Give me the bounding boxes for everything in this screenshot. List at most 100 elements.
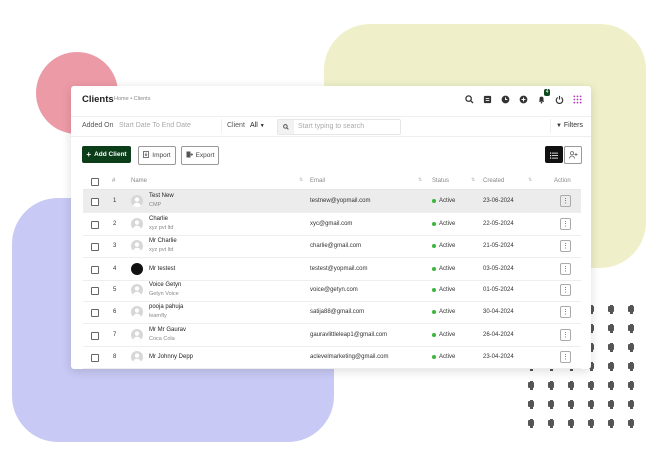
row-actions-button[interactable]: ⋮ [560, 306, 571, 318]
status-dot-icon [432, 199, 436, 203]
table-row[interactable]: 1 Test New CMP testnew@yopmail.com Active 23-… [83, 190, 581, 213]
client-select[interactable]: All ▼ [250, 122, 265, 129]
decorative-dot [548, 380, 554, 390]
select-all-checkbox[interactable] [91, 178, 99, 186]
status-badge: Active [439, 309, 456, 315]
row-number: 2 [113, 221, 117, 227]
export-icon [186, 151, 193, 160]
created-date: 22-05-2024 [483, 221, 514, 227]
row-number: 3 [113, 243, 117, 249]
notes-icon[interactable] [482, 94, 493, 105]
filters-label: Filters [563, 122, 583, 129]
row-actions-button[interactable]: ⋮ [560, 351, 571, 363]
row-checkbox[interactable] [91, 266, 99, 274]
decorative-dot [628, 380, 634, 390]
client-name[interactable]: Voice Getyn [149, 282, 181, 288]
filter-bar: Added On Start Date To End Date Client A… [71, 116, 591, 137]
add-client-button[interactable]: + Add Client [82, 146, 131, 163]
client-name[interactable]: Mr Charlie [149, 238, 177, 244]
col-name[interactable]: Name [131, 178, 147, 184]
row-checkbox[interactable] [91, 221, 99, 229]
row-checkbox[interactable] [91, 309, 99, 317]
client-name[interactable]: Charlie [149, 216, 168, 222]
client-company: xyz pvt ltd [149, 247, 174, 253]
client-name[interactable]: Mr Johnny Depp [149, 354, 193, 360]
apps-grid-icon[interactable] [572, 94, 583, 105]
client-name[interactable]: Mr Mr Gaurav [149, 327, 186, 333]
client-email: testnew@yopmail.com [310, 198, 371, 204]
sort-icon[interactable]: ⇅ [528, 177, 532, 183]
sort-icon[interactable]: ⇅ [471, 177, 475, 183]
table-row[interactable]: 8 Mr Johnny Depp aclevelmarketing@gmail.co… [83, 346, 581, 369]
table-row[interactable]: 5 Voice Getyn Getyn Voice voice@getyn.com Ac… [83, 279, 581, 302]
add-circle-icon[interactable] [518, 94, 529, 105]
decorative-dot [588, 399, 594, 409]
power-icon[interactable] [554, 94, 565, 105]
col-num: # [112, 178, 116, 184]
export-button[interactable]: Export [181, 146, 219, 165]
decorative-dot [628, 323, 634, 333]
notification-bell-icon[interactable]: 4 [536, 89, 550, 105]
row-actions-button[interactable]: ⋮ [560, 263, 571, 275]
added-on-label: Added On [82, 122, 114, 129]
row-number: 7 [113, 332, 117, 338]
client-name[interactable]: Mr testest [149, 266, 175, 272]
decorative-dot [628, 418, 634, 428]
list-view-toggle[interactable] [545, 146, 563, 163]
kebab-menu-icon: ⋮ [562, 308, 569, 316]
divider [221, 119, 222, 133]
add-user-view-toggle[interactable] [564, 146, 582, 164]
table-row[interactable]: 2 Charlie xyz pvt ltd xyc@gmail.com Active 22… [83, 213, 581, 236]
avatar [131, 195, 143, 207]
kebab-menu-icon: ⋮ [562, 197, 569, 205]
row-actions-button[interactable]: ⋮ [560, 218, 571, 230]
sort-icon[interactable]: ⇅ [299, 177, 303, 183]
search-input[interactable]: Start typing to search [298, 123, 364, 130]
status-badge: Active [439, 198, 456, 204]
avatar [131, 240, 143, 252]
col-email[interactable]: Email [310, 178, 325, 184]
status-dot-icon [432, 310, 436, 314]
row-checkbox[interactable] [91, 287, 99, 295]
avatar [131, 263, 143, 275]
row-actions-button[interactable]: ⋮ [560, 284, 571, 296]
created-date: 03-05-2024 [483, 266, 514, 272]
avatar [131, 306, 143, 318]
table-row[interactable]: 7 Mr Mr Gaurav Coca Cola gauravlittleleap1@… [83, 324, 581, 347]
avatar [131, 218, 143, 230]
avatar [131, 329, 143, 341]
date-range-input[interactable]: Start Date To End Date [119, 122, 191, 129]
client-email: testest@yopmail.com [310, 266, 368, 272]
notification-badge: 4 [544, 89, 550, 96]
decorative-dot [548, 399, 554, 409]
caret-down-icon: ▼ [259, 123, 265, 129]
sort-icon[interactable]: ⇅ [418, 177, 422, 183]
search-box[interactable]: Start typing to search [277, 119, 401, 135]
row-checkbox[interactable] [91, 198, 99, 206]
row-checkbox[interactable] [91, 243, 99, 251]
table-row[interactable]: 3 Mr Charlie xyz pvt ltd charlie@gmail.com A… [83, 235, 581, 258]
col-action: Action [554, 178, 571, 184]
header-icons: 4 [464, 89, 583, 105]
row-actions-button[interactable]: ⋮ [560, 195, 571, 207]
client-company: Getyn Voice [149, 291, 179, 297]
created-date: 30-04-2024 [483, 309, 514, 315]
kebab-menu-icon: ⋮ [562, 353, 569, 361]
search-icon[interactable] [464, 94, 475, 105]
client-name[interactable]: Test New [149, 193, 174, 199]
import-button[interactable]: Import [138, 146, 176, 165]
table-row[interactable]: 4 Mr testest testest@yopmail.com Active 03-0… [83, 258, 581, 281]
col-status[interactable]: Status [432, 178, 449, 184]
clock-icon[interactable] [500, 94, 511, 105]
row-checkbox[interactable] [91, 332, 99, 340]
filters-button[interactable]: ▼ Filters [556, 122, 583, 129]
clients-panel: Clients Home • Clients 4 Added On Start … [71, 86, 591, 369]
client-email: xyc@gmail.com [310, 221, 353, 227]
table-row[interactable]: 6 pooja pahuja learnfly satija88@gmail.com A… [83, 301, 581, 324]
row-actions-button[interactable]: ⋮ [560, 329, 571, 341]
col-created[interactable]: Created [483, 178, 504, 184]
row-checkbox[interactable] [91, 354, 99, 362]
export-label: Export [195, 152, 215, 159]
row-actions-button[interactable]: ⋮ [560, 240, 571, 252]
client-name[interactable]: pooja pahuja [149, 304, 183, 310]
